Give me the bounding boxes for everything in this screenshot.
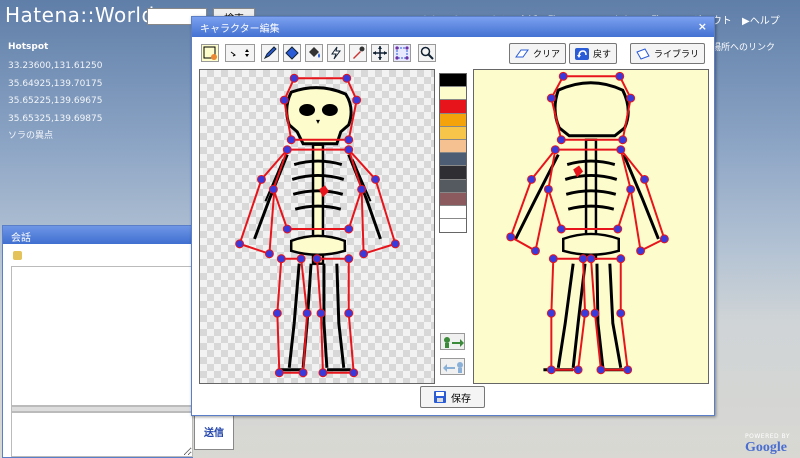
move-arrows-icon bbox=[373, 46, 387, 60]
close-button[interactable]: × bbox=[698, 20, 707, 33]
pencil-tool[interactable] bbox=[261, 44, 279, 62]
nav-help-link[interactable]: ▶ヘルプ bbox=[742, 12, 780, 27]
powered-by-text: POWERED BY bbox=[745, 433, 791, 440]
lightning-icon bbox=[331, 46, 341, 60]
library-button[interactable]: ライブラリ bbox=[630, 43, 706, 64]
zoom-tool[interactable] bbox=[418, 44, 436, 62]
eraser-icon bbox=[515, 49, 529, 57]
hotspot-item[interactable]: 33.23600,131.61250 bbox=[8, 58, 102, 76]
color-picker-tool[interactable] bbox=[201, 44, 219, 62]
eraser-tool[interactable] bbox=[283, 44, 301, 62]
clear-label: クリア bbox=[533, 50, 561, 60]
color-palette bbox=[439, 73, 467, 233]
move-tool[interactable] bbox=[371, 44, 389, 62]
chat-message-input[interactable] bbox=[11, 412, 193, 457]
editor-title: キャラクター編集 bbox=[200, 24, 280, 35]
palette-swatch[interactable] bbox=[440, 126, 466, 140]
location-link[interactable]: 場所へのリンク bbox=[712, 40, 775, 53]
magnifier-icon bbox=[420, 46, 434, 60]
fill-bucket-icon bbox=[309, 47, 320, 58]
skeleton-drawing-preview bbox=[506, 71, 669, 375]
google-logo[interactable]: Google bbox=[745, 440, 790, 456]
skeleton-drawing-edit bbox=[235, 73, 400, 378]
app-logo[interactable]: Hatena::World bbox=[5, 3, 155, 27]
clear-button[interactable]: クリア bbox=[509, 43, 567, 64]
palette-swatch[interactable] bbox=[440, 113, 466, 127]
pencil-icon bbox=[263, 46, 277, 60]
palette-swatch[interactable] bbox=[440, 205, 466, 220]
undo-icon bbox=[575, 47, 589, 60]
undo-button[interactable]: 戻す bbox=[569, 43, 618, 64]
arrow-left-icon bbox=[443, 362, 463, 373]
eyedropper-tool[interactable] bbox=[349, 44, 367, 62]
palette-swatch[interactable] bbox=[440, 74, 466, 88]
palette-swatch[interactable] bbox=[440, 166, 466, 180]
palette-swatch[interactable] bbox=[440, 153, 466, 167]
hotspot-item[interactable]: 35.64925,139.70175 bbox=[8, 76, 102, 94]
chat-panel: 会話 bbox=[2, 225, 193, 458]
hotspot-title: Hotspot bbox=[8, 42, 49, 52]
send-button[interactable]: 送信 bbox=[194, 413, 234, 450]
preview-canvas bbox=[473, 69, 709, 384]
floppy-disk-icon bbox=[434, 391, 446, 403]
color-picker-icon bbox=[203, 46, 217, 60]
palette-swatch[interactable] bbox=[440, 87, 466, 101]
hotspot-item[interactable]: 35.65225,139.69675 bbox=[8, 93, 102, 111]
select-points-icon bbox=[395, 46, 409, 60]
hotspot-item[interactable]: ソラの異点 bbox=[8, 128, 102, 146]
palette-swatch[interactable] bbox=[440, 139, 466, 154]
select-tool[interactable] bbox=[393, 44, 411, 62]
eyedropper-icon bbox=[353, 46, 365, 59]
character-editor-dialog: キャラクター編集 × クリア 戻す ライブラリ 保存 bbox=[191, 16, 715, 416]
copy-right-button[interactable] bbox=[440, 333, 465, 350]
arrow-right-icon bbox=[444, 337, 464, 348]
book-icon bbox=[636, 47, 650, 60]
google-badge: POWERED BY Google bbox=[745, 433, 790, 456]
palette-swatch[interactable] bbox=[440, 100, 466, 114]
copy-left-button[interactable] bbox=[440, 358, 465, 375]
lightning-tool[interactable] bbox=[327, 44, 345, 62]
palette-swatch[interactable] bbox=[440, 179, 466, 193]
user-icon bbox=[13, 251, 22, 260]
chat-title: 会話 bbox=[3, 226, 192, 244]
line-width-select[interactable] bbox=[225, 44, 255, 62]
eraser-icon bbox=[285, 46, 299, 60]
hotspot-item[interactable]: 35.65325,139.69875 bbox=[8, 111, 102, 129]
library-label: ライブラリ bbox=[654, 50, 700, 60]
hotspot-list: Hotspot 33.23600,131.61250 35.64925,139.… bbox=[8, 42, 102, 146]
edit-canvas[interactable] bbox=[199, 69, 435, 384]
line-width-icon bbox=[230, 49, 249, 57]
save-label: 保存 bbox=[451, 393, 471, 405]
undo-label: 戻す bbox=[593, 50, 612, 60]
chat-log[interactable] bbox=[11, 266, 193, 406]
palette-swatch[interactable] bbox=[440, 192, 466, 206]
fill-tool[interactable] bbox=[305, 44, 323, 62]
save-button[interactable]: 保存 bbox=[420, 386, 485, 408]
editor-titlebar[interactable]: キャラクター編集 × bbox=[192, 17, 714, 37]
